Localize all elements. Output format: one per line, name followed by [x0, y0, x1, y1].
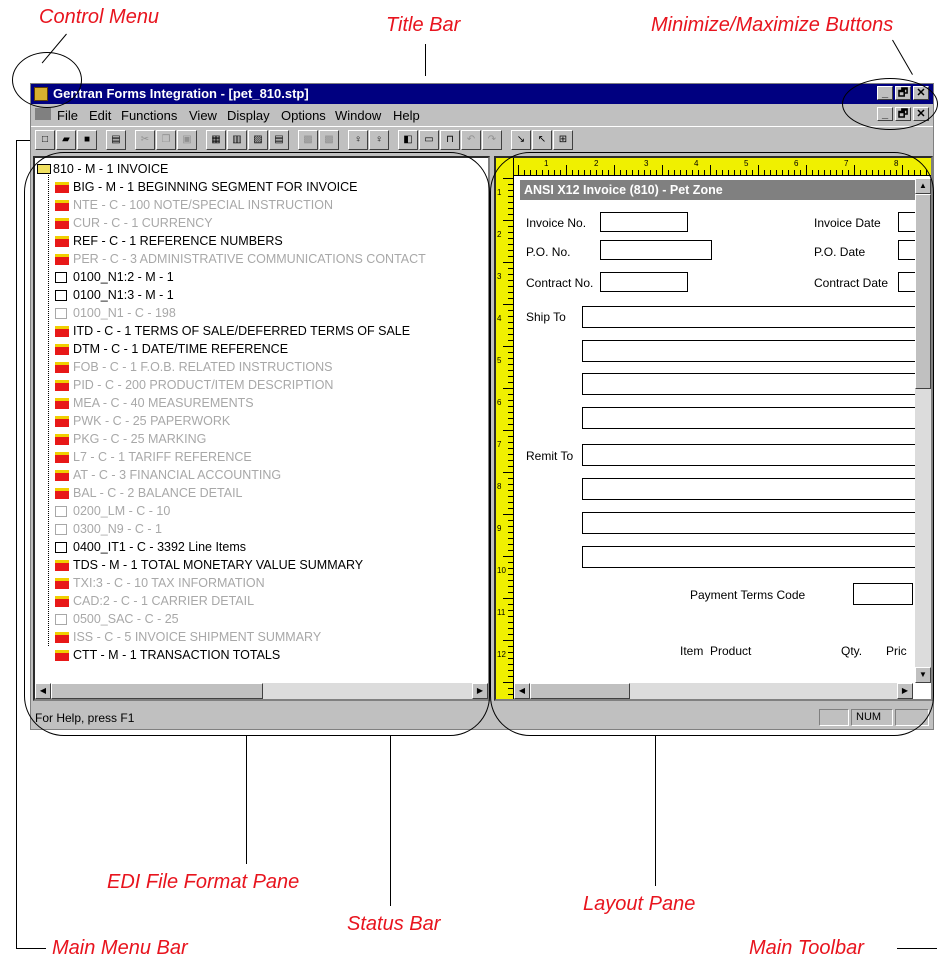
title-bar[interactable]: Gentran Forms Integration - [pet_810.stp…	[31, 84, 933, 104]
callout-main-menu-bar: Main Menu Bar	[52, 937, 188, 959]
circle-layout-pane	[490, 152, 934, 736]
menu-file[interactable]: File	[57, 108, 78, 123]
align-bottom-right-icon[interactable]: ↘	[511, 130, 531, 150]
grid-icon[interactable]: ▥	[227, 130, 247, 150]
leader-title-bar	[425, 44, 426, 76]
menu-edit[interactable]: Edit	[89, 108, 111, 123]
menu-help[interactable]: Help	[393, 108, 420, 123]
align-top-left-icon[interactable]: ↖	[532, 130, 552, 150]
menu-view[interactable]: View	[189, 108, 217, 123]
main-menu-bar: File Edit Functions View Display Options…	[31, 104, 933, 126]
lock-icon[interactable]: ⊓	[440, 130, 460, 150]
field-icon[interactable]: ▦	[206, 130, 226, 150]
callout-layout-pane: Layout Pane	[583, 893, 696, 915]
callout-edi-pane: EDI File Format Pane	[107, 871, 300, 893]
circle-edi-pane	[24, 152, 490, 736]
leader-edi-pane	[246, 736, 247, 864]
list-icon[interactable]: ▤	[269, 130, 289, 150]
circle-control-menu	[12, 52, 82, 108]
menu-window[interactable]: Window	[335, 108, 381, 123]
leader-minmax	[892, 39, 913, 75]
cut-icon[interactable]: ✂	[135, 130, 155, 150]
bulb-off-icon[interactable]: ♀	[369, 130, 389, 150]
leader-menu-bar-v	[16, 140, 17, 948]
leader-toolbar-h	[897, 948, 937, 949]
menu-display[interactable]: Display	[227, 108, 270, 123]
menu-options[interactable]: Options	[281, 108, 326, 123]
callout-status-bar: Status Bar	[347, 913, 441, 935]
layer-icon[interactable]: ◧	[398, 130, 418, 150]
paste-icon[interactable]: ▣	[177, 130, 197, 150]
save-icon[interactable]: ■	[77, 130, 97, 150]
group-icon[interactable]: ▩	[298, 130, 318, 150]
window-title: Gentran Forms Integration - [pet_810.stp…	[53, 86, 309, 101]
bulb-on-icon[interactable]: ♀	[348, 130, 368, 150]
callout-title-bar: Title Bar	[386, 14, 461, 36]
leader-status-bar	[390, 736, 391, 906]
copy-icon[interactable]: ❐	[156, 130, 176, 150]
circle-minmax-buttons	[842, 78, 938, 130]
sort-icon[interactable]: ▨	[248, 130, 268, 150]
new-icon[interactable]: □	[35, 130, 55, 150]
ungroup-icon[interactable]: ▩	[319, 130, 339, 150]
redo-icon[interactable]: ↷	[482, 130, 502, 150]
table-icon[interactable]: ⊞	[553, 130, 573, 150]
menu-functions[interactable]: Functions	[121, 108, 177, 123]
callout-minmax: Minimize/Maximize Buttons	[651, 14, 894, 36]
main-toolbar: □ ▰ ■ ▤ ✂ ❐ ▣ ▦ ▥ ▨ ▤ ▩ ▩ ♀ ♀ ◧ ▭ ⊓ ↶ ↷ …	[31, 126, 933, 154]
callout-control-menu: Control Menu	[39, 6, 160, 28]
document-control-menu-icon[interactable]	[35, 108, 51, 120]
leader-layout-pane	[655, 736, 656, 886]
open-icon[interactable]: ▰	[56, 130, 76, 150]
callout-main-toolbar: Main Toolbar	[749, 937, 864, 959]
text-box-icon[interactable]: ▭	[419, 130, 439, 150]
print-icon[interactable]: ▤	[106, 130, 126, 150]
undo-icon[interactable]: ↶	[461, 130, 481, 150]
leader-menu-bar-h2	[16, 948, 46, 949]
